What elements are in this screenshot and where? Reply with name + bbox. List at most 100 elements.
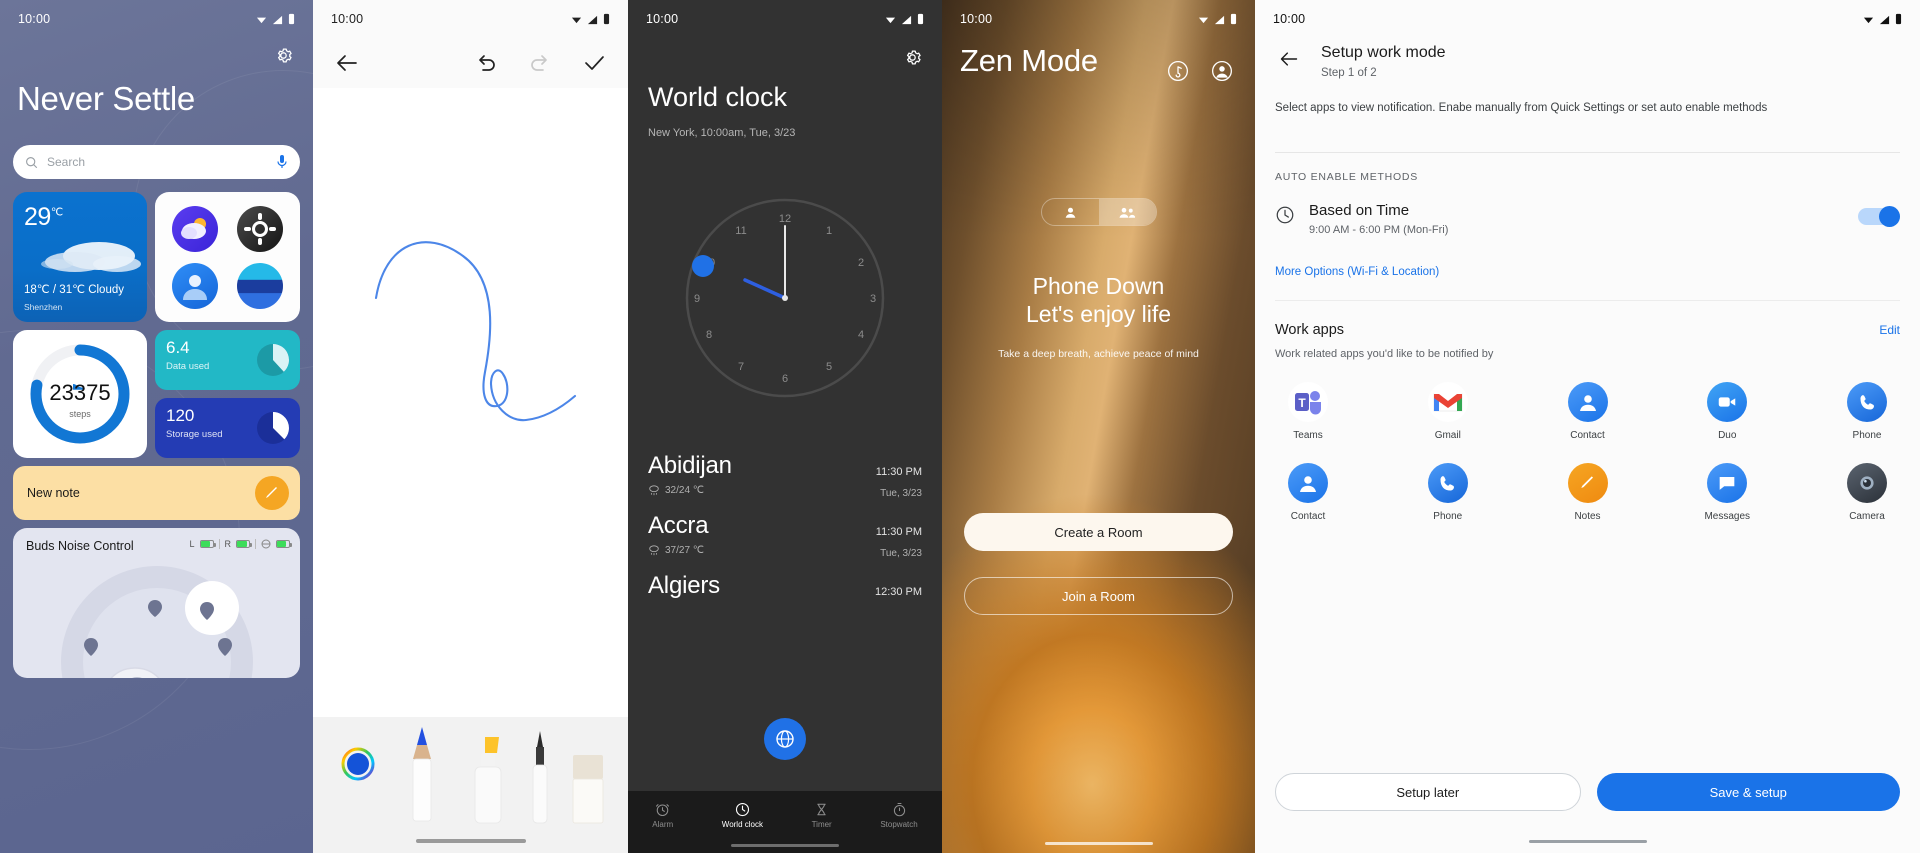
- contacts-app-icon[interactable]: [172, 262, 219, 309]
- app-duo[interactable]: Duo: [1688, 382, 1766, 441]
- join-room-button[interactable]: Join a Room: [964, 577, 1233, 615]
- microphone-icon[interactable]: [276, 154, 288, 170]
- group-icon: [1119, 207, 1136, 218]
- highlighter-tool[interactable]: [471, 735, 505, 825]
- weather-widget[interactable]: 29℃ 18℃ / 31℃ Cloudy Shenzhen: [13, 192, 147, 322]
- save-and-setup-button[interactable]: Save & setup: [1596, 773, 1900, 811]
- phone-icon: [1847, 382, 1887, 422]
- nav-tab-alarm[interactable]: Alarm: [652, 802, 673, 829]
- setup-later-button[interactable]: Setup later: [1275, 773, 1581, 811]
- work-apps-grid: T Teams Gmail Contact Duo Phone Contact …: [1269, 382, 1906, 544]
- work-apps-title: Work apps: [1275, 322, 1345, 338]
- svg-text:2: 2: [858, 257, 864, 269]
- svg-text:5: 5: [826, 361, 832, 373]
- city-time-ampm: PM: [905, 526, 923, 538]
- gear-icon[interactable]: [903, 48, 922, 67]
- status-icons: [256, 13, 295, 25]
- pencil-tool[interactable]: [409, 725, 435, 823]
- color-picker-tool[interactable]: [341, 747, 375, 781]
- work-apps-edit-link[interactable]: Edit: [1879, 323, 1900, 337]
- sketch-canvas[interactable]: [313, 88, 628, 717]
- home-indicator: [731, 844, 839, 847]
- analog-clock: 1212 345 678 91011: [685, 198, 885, 398]
- rain-icon: [649, 485, 659, 496]
- add-world-clock-button[interactable]: [764, 718, 806, 760]
- buds-battery-left-label: L: [189, 539, 195, 549]
- work-mode-description: Select apps to view notification. Enabe …: [1275, 102, 1768, 114]
- signal-icon: [1214, 15, 1225, 24]
- world-clock-row[interactable]: Algiers 12:30 PM: [628, 562, 942, 606]
- world-clock-row[interactable]: Accra 37/27 ℃ 11:30 PM Tue, 3/23: [628, 502, 942, 562]
- status-icons: [885, 13, 924, 25]
- city-temp: 32/24 ℃: [665, 484, 705, 496]
- nav-tab-timer[interactable]: Timer: [812, 802, 832, 829]
- battery-icon: [1230, 13, 1237, 25]
- status-time: 10:00: [331, 12, 364, 26]
- app-phone-2[interactable]: Phone: [1409, 463, 1487, 522]
- segment-group[interactable]: [1098, 199, 1156, 225]
- weather-unit: ℃: [50, 206, 63, 219]
- zen-mode-segmented-control[interactable]: [1040, 198, 1157, 226]
- step-indicator: Step 1 of 2: [1321, 67, 1377, 79]
- work-mode-header: Setup work mode Step 1 of 2: [1255, 40, 1920, 92]
- screenshot-root: 10:00 Never Settle Search 29℃ 18℃ / 31℃ …: [0, 0, 1920, 853]
- panel-world-clock: 10:00 World clock New York, 10:00am, Tue…: [628, 0, 942, 853]
- pen-tool[interactable]: [529, 729, 551, 825]
- eraser-tool[interactable]: [571, 753, 605, 825]
- teams-icon: T: [1288, 382, 1328, 422]
- gear-icon[interactable]: [274, 46, 293, 65]
- buds-noise-control-widget[interactable]: Buds Noise Control L R: [13, 528, 300, 678]
- svg-text:9: 9: [694, 293, 700, 305]
- divider: [1275, 152, 1900, 153]
- more-options-link[interactable]: More Options (Wi-Fi & Location): [1275, 266, 1439, 278]
- redo-icon[interactable]: [528, 51, 552, 75]
- globe-icon: [776, 730, 794, 748]
- checkmark-icon[interactable]: [582, 51, 606, 75]
- panel-sketch: 10:00: [313, 0, 628, 853]
- contact-icon: [1567, 382, 1608, 422]
- world-clock-row[interactable]: Abidijan 32/24 ℃ 11:30 PM Tue, 3/23: [628, 442, 942, 502]
- based-on-time-toggle[interactable]: [1858, 206, 1900, 227]
- clock-icon: [1276, 206, 1294, 224]
- app-notes[interactable]: Notes: [1549, 463, 1627, 522]
- storage-used-widget[interactable]: 120 Storage used: [155, 398, 300, 458]
- based-on-time-row[interactable]: Based on Time 9:00 AM - 6:00 PM (Mon-Fri…: [1275, 202, 1900, 236]
- undo-icon[interactable]: [474, 51, 498, 75]
- weather-temp: 29℃: [24, 203, 136, 232]
- clock-city-marker: [692, 255, 714, 277]
- settings-app-icon[interactable]: [236, 205, 283, 252]
- nav-tab-stopwatch[interactable]: Stopwatch: [880, 802, 918, 829]
- search-input[interactable]: Search: [13, 145, 300, 179]
- buds-dial[interactable]: [47, 566, 267, 678]
- app-phone[interactable]: Phone: [1828, 382, 1906, 441]
- data-used-widget[interactable]: 6.4 Data used: [155, 330, 300, 390]
- back-arrow-icon[interactable]: [1279, 49, 1299, 69]
- music-note-icon[interactable]: [1167, 60, 1189, 82]
- pencil-icon[interactable]: [255, 476, 289, 510]
- zen-headline-line2: Let's enjoy life: [1025, 301, 1172, 328]
- data-used-ring: [257, 344, 289, 376]
- segment-solo[interactable]: [1042, 199, 1099, 225]
- weather-high-low: 18℃ / 31℃ Cloudy: [24, 284, 124, 296]
- steps-label: steps: [69, 409, 91, 419]
- app-contact-2[interactable]: Contact: [1269, 463, 1347, 522]
- note-widget[interactable]: New note: [13, 466, 300, 520]
- work-apps-row: Contact Phone Notes Messages Camera: [1269, 463, 1906, 522]
- app-gmail[interactable]: Gmail: [1409, 382, 1487, 441]
- widget-grid: 29℃ 18℃ / 31℃ Cloudy Shenzhen 23375 step…: [13, 192, 300, 686]
- city-time-ampm: PM: [905, 586, 923, 598]
- gallery-app-icon[interactable]: [236, 262, 283, 309]
- account-circle-icon[interactable]: [1211, 60, 1233, 82]
- create-room-button[interactable]: Create a Room: [964, 513, 1233, 551]
- zen-subtext: Take a deep breath, achieve peace of min…: [998, 348, 1199, 360]
- work-apps-row: T Teams Gmail Contact Duo Phone: [1269, 382, 1906, 441]
- app-teams[interactable]: T Teams: [1269, 382, 1347, 441]
- steps-widget[interactable]: 23375 steps: [13, 330, 147, 458]
- work-apps-subtitle: Work related apps you'd like to be notif…: [1275, 348, 1494, 360]
- back-arrow-icon[interactable]: [335, 51, 359, 75]
- app-contact[interactable]: Contact: [1549, 382, 1627, 441]
- weather-app-icon[interactable]: [172, 205, 219, 252]
- app-camera[interactable]: Camera: [1828, 463, 1906, 522]
- nav-tab-world-clock[interactable]: World clock: [722, 802, 763, 829]
- app-messages[interactable]: Messages: [1688, 463, 1766, 522]
